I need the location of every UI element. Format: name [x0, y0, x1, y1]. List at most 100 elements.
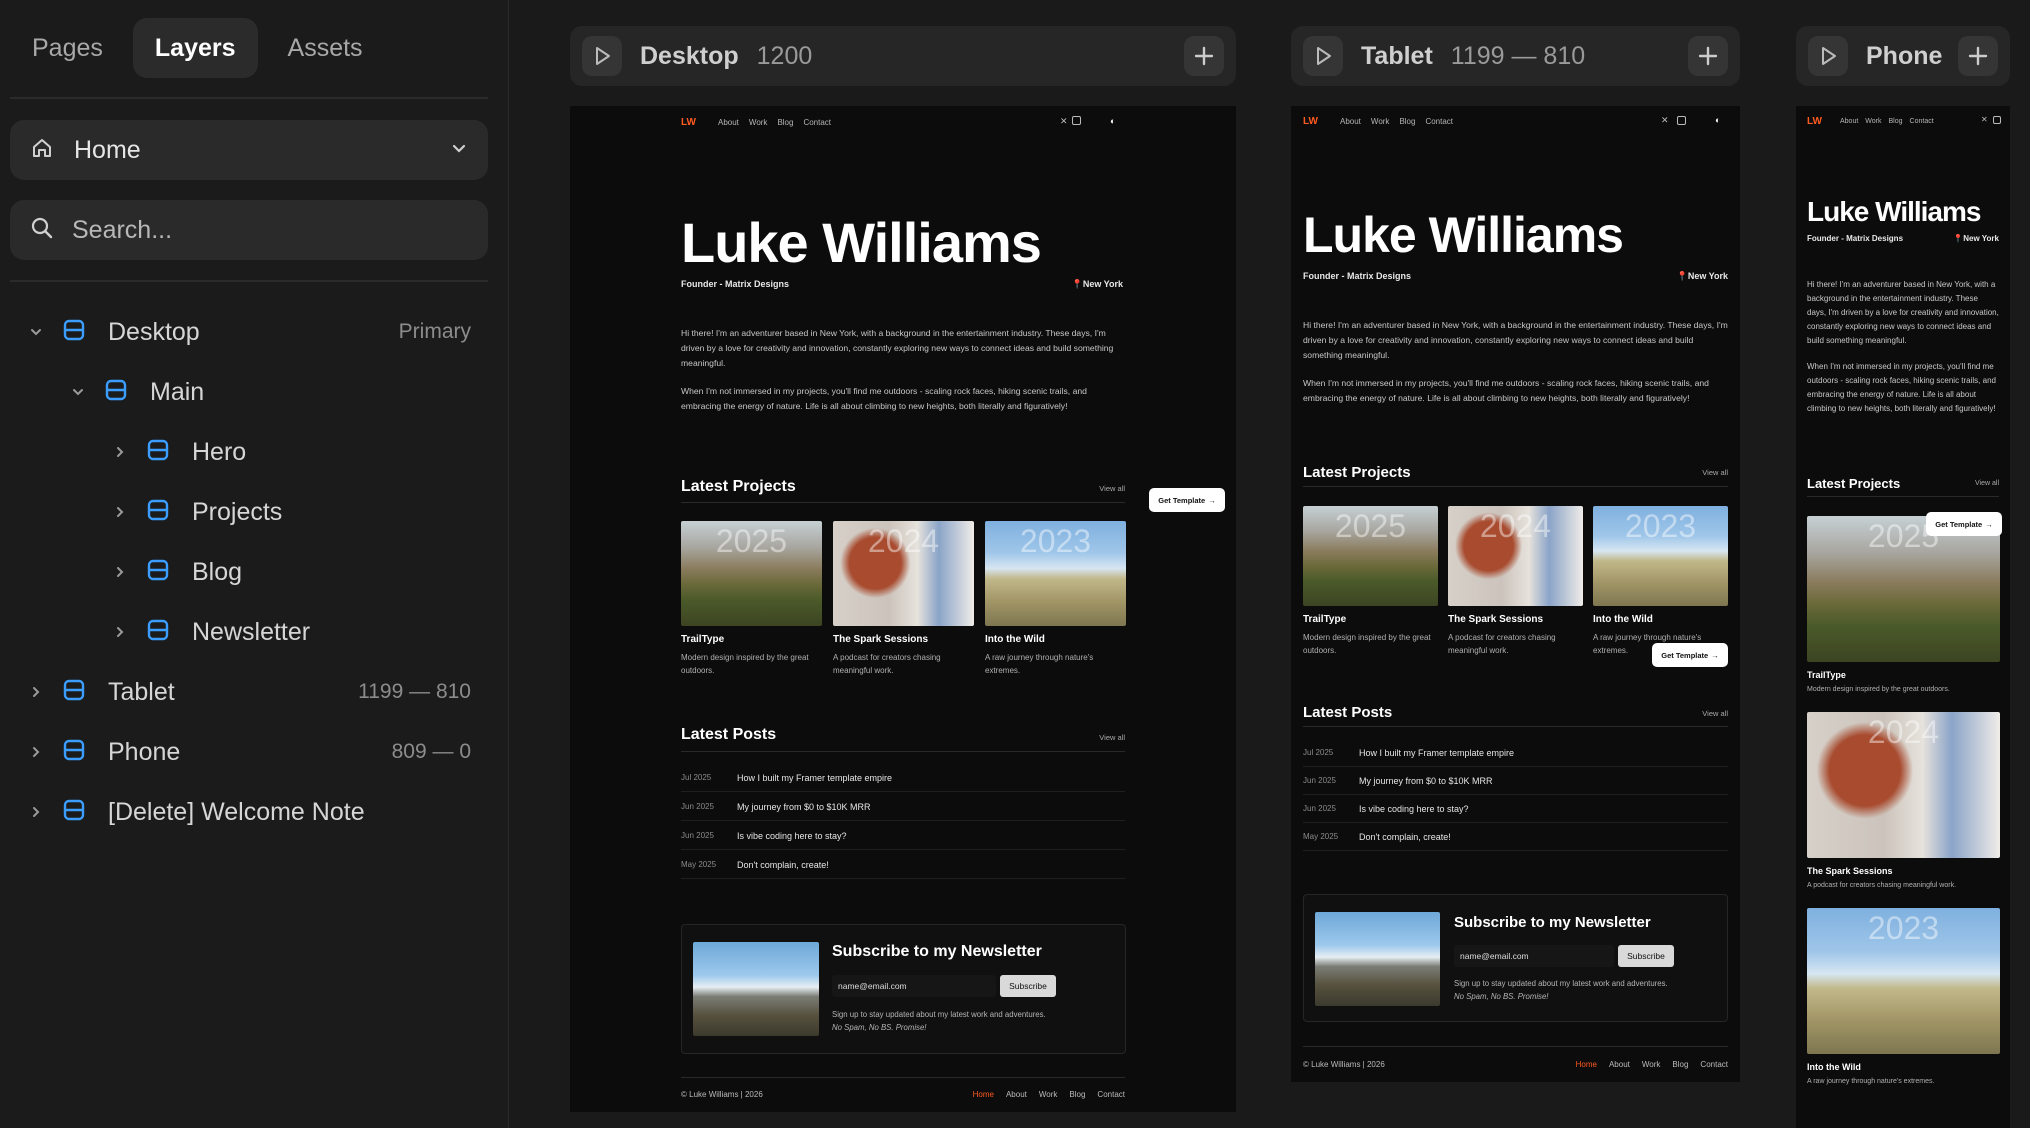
- layer-main[interactable]: Main: [0, 362, 509, 422]
- post-row[interactable]: Jun 2025 Is vibe coding here to stay?: [1303, 795, 1728, 823]
- add-breakpoint-icon[interactable]: [1688, 36, 1728, 76]
- layer-newsletter[interactable]: Newsletter: [0, 602, 509, 662]
- tab-assets[interactable]: Assets: [266, 18, 385, 78]
- posts-view-all[interactable]: View all: [1702, 709, 1728, 718]
- project-card[interactable]: 2024 The Spark Sessions A podcast for cr…: [1807, 712, 2000, 892]
- post-row[interactable]: May 2025 Don't complain, create!: [1303, 823, 1728, 851]
- x-icon[interactable]: ✕: [1661, 115, 1669, 126]
- nav-contact[interactable]: Contact: [1425, 117, 1453, 126]
- layer-projects[interactable]: Projects: [0, 482, 509, 542]
- layer-name: Phone: [108, 737, 181, 766]
- footer-link[interactable]: Home: [973, 1090, 994, 1099]
- project-card[interactable]: 2025 TrailType Modern design inspired by…: [1807, 516, 2000, 696]
- post-row[interactable]: Jul 2025 How I built my Framer template …: [681, 764, 1125, 792]
- play-icon[interactable]: [1303, 36, 1343, 76]
- play-icon[interactable]: [582, 36, 622, 76]
- nav-blog[interactable]: Blog: [777, 118, 793, 127]
- chevron-right-icon[interactable]: [112, 624, 128, 640]
- post-row[interactable]: Jun 2025 My journey from $0 to $10K MRR: [1303, 767, 1728, 795]
- nav-blog[interactable]: Blog: [1399, 117, 1415, 126]
- theme-toggle-icon[interactable]: ◐: [1110, 116, 1115, 126]
- project-card[interactable]: 2025 TrailType Modern design inspired by…: [681, 521, 822, 677]
- chevron-right-icon[interactable]: [112, 564, 128, 580]
- subscribe-button[interactable]: Subscribe: [1618, 945, 1674, 967]
- project-card[interactable]: 2024 The Spark Sessions A podcast for cr…: [1448, 506, 1583, 657]
- projects-view-all[interactable]: View all: [1975, 480, 1999, 487]
- get-template-button[interactable]: Get Template →: [1149, 488, 1225, 512]
- layer-search[interactable]: [10, 200, 488, 260]
- instagram-icon[interactable]: [1072, 116, 1081, 125]
- footer-link[interactable]: Blog: [1672, 1060, 1688, 1069]
- post-date: Jun 2025: [681, 831, 714, 840]
- project-card[interactable]: 2024 The Spark Sessions A podcast for cr…: [833, 521, 974, 677]
- layer-hero[interactable]: Hero: [0, 422, 509, 482]
- nav-about[interactable]: About: [1340, 117, 1361, 126]
- page-selector[interactable]: Home: [10, 120, 488, 180]
- footer-link[interactable]: About: [1006, 1090, 1027, 1099]
- layer-phone[interactable]: Phone 809 — 0: [0, 722, 509, 782]
- tab-pages[interactable]: Pages: [10, 18, 125, 78]
- project-desc: Modern design inspired by the great outd…: [681, 653, 809, 675]
- add-breakpoint-icon[interactable]: [1958, 36, 1998, 76]
- chevron-right-icon[interactable]: [112, 444, 128, 460]
- footer-link[interactable]: Home: [1576, 1060, 1597, 1069]
- subscribe-button[interactable]: Subscribe: [1000, 975, 1056, 997]
- nav-about[interactable]: About: [718, 118, 739, 127]
- desktop-frame[interactable]: LW About Work Blog Contact ✕ ◐ Luke Will…: [570, 106, 1236, 1112]
- x-icon[interactable]: ✕: [1060, 116, 1068, 127]
- email-field[interactable]: name@email.com: [832, 975, 996, 997]
- site-logo[interactable]: LW: [1303, 116, 1318, 127]
- project-card[interactable]: 2023 Into the Wild A raw journey through…: [1807, 908, 2000, 1088]
- x-icon[interactable]: ✕: [1981, 115, 1988, 124]
- project-card[interactable]: 2025 TrailType Modern design inspired by…: [1303, 506, 1438, 657]
- layer-welcome-note[interactable]: [Delete] Welcome Note: [0, 782, 509, 842]
- search-input[interactable]: [72, 215, 452, 245]
- get-template-button[interactable]: Get Template →: [1652, 643, 1728, 667]
- nav-blog[interactable]: Blog: [1889, 118, 1903, 125]
- post-row[interactable]: May 2025 Don't complain, create!: [681, 851, 1125, 879]
- nav-work[interactable]: Work: [749, 118, 768, 127]
- footer-link[interactable]: Contact: [1097, 1090, 1125, 1099]
- chevron-right-icon[interactable]: [112, 504, 128, 520]
- instagram-icon[interactable]: [1677, 116, 1686, 125]
- layer-blog[interactable]: Blog: [0, 542, 509, 602]
- get-template-button[interactable]: Get Template →: [1926, 512, 2002, 536]
- tab-layers[interactable]: Layers: [132, 18, 258, 78]
- phone-frame[interactable]: LW About Work Blog Contact ✕ Luke Willia…: [1796, 106, 2010, 1128]
- divider: [1303, 726, 1728, 727]
- chevron-right-icon[interactable]: [28, 744, 44, 760]
- projects-view-all[interactable]: View all: [1702, 468, 1728, 477]
- projects-view-all[interactable]: View all: [1099, 484, 1125, 493]
- nav-work[interactable]: Work: [1371, 117, 1390, 126]
- footer-link[interactable]: Contact: [1700, 1060, 1728, 1069]
- chevron-down-icon[interactable]: [70, 384, 86, 400]
- chevron-right-icon[interactable]: [28, 804, 44, 820]
- footer-link[interactable]: About: [1609, 1060, 1630, 1069]
- frame-icon: [146, 498, 170, 527]
- email-field[interactable]: name@email.com: [1454, 945, 1614, 967]
- tablet-frame[interactable]: LW About Work Blog Contact ✕ ◐ Luke Will…: [1291, 106, 1740, 1082]
- play-icon[interactable]: [1808, 36, 1848, 76]
- nav-about[interactable]: About: [1840, 118, 1858, 125]
- nav-work[interactable]: Work: [1865, 118, 1881, 125]
- nav-contact[interactable]: Contact: [803, 118, 831, 127]
- footer-link[interactable]: Work: [1039, 1090, 1058, 1099]
- menu-icon[interactable]: [1993, 116, 2001, 124]
- post-row[interactable]: Jul 2025 How I built my Framer template …: [1303, 739, 1728, 767]
- chevron-right-icon[interactable]: [28, 684, 44, 700]
- layer-desktop[interactable]: Desktop Primary: [0, 302, 509, 362]
- add-breakpoint-icon[interactable]: [1184, 36, 1224, 76]
- post-row[interactable]: Jun 2025 My journey from $0 to $10K MRR: [681, 793, 1125, 821]
- project-card[interactable]: 2023 Into the Wild A raw journey through…: [985, 521, 1126, 677]
- posts-view-all[interactable]: View all: [1099, 733, 1125, 742]
- layer-tablet[interactable]: Tablet 1199 — 810: [0, 662, 509, 722]
- project-card[interactable]: 2023 Into the Wild A raw journey through…: [1593, 506, 1728, 657]
- chevron-down-icon[interactable]: [28, 324, 44, 340]
- site-logo[interactable]: LW: [681, 117, 696, 128]
- theme-toggle-icon[interactable]: ◐: [1715, 115, 1720, 125]
- footer-link[interactable]: Work: [1642, 1060, 1661, 1069]
- post-row[interactable]: Jun 2025 Is vibe coding here to stay?: [681, 822, 1125, 850]
- footer-link[interactable]: Blog: [1069, 1090, 1085, 1099]
- site-logo[interactable]: LW: [1807, 116, 1822, 127]
- nav-contact[interactable]: Contact: [1910, 118, 1934, 125]
